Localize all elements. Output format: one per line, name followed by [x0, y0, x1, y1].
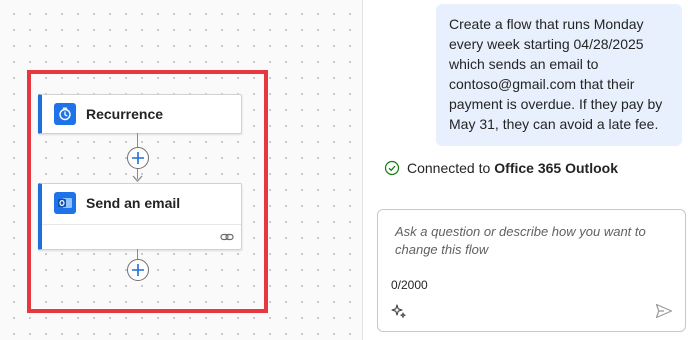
plus-icon — [132, 152, 144, 164]
connector-line — [137, 249, 138, 259]
link-icon[interactable] — [220, 231, 234, 243]
chat-input[interactable]: Ask a question or describe how you want … — [377, 209, 686, 332]
message-line: Create a flow that runs Monday — [449, 16, 644, 32]
user-message-bubble: Create a flow that runs Monday every wee… — [436, 4, 682, 146]
sparkle-icon[interactable] — [391, 303, 407, 319]
flow-canvas[interactable] — [0, 0, 362, 340]
message-line: which sends an email to — [449, 56, 599, 72]
status-service: Office 365 Outlook — [494, 160, 618, 176]
chat-input-placeholder: Ask a question or describe how you want … — [395, 224, 646, 257]
outlook-icon — [54, 192, 76, 214]
clock-icon — [54, 103, 76, 125]
check-circle-icon — [384, 160, 400, 176]
character-counter: 0/2000 — [391, 278, 428, 292]
message-line: May 31, they can avoid a late fee. — [449, 116, 659, 132]
recurrence-node[interactable]: Recurrence — [38, 94, 242, 134]
add-step-button[interactable] — [127, 147, 149, 169]
plus-icon — [132, 264, 144, 276]
node-footer — [42, 224, 241, 249]
connector-line — [137, 133, 138, 147]
message-line: every week starting 04/28/2025 — [449, 36, 644, 52]
message-line: payment is overdue. If they pay by — [449, 96, 663, 112]
recurrence-title: Recurrence — [86, 106, 164, 122]
status-prefix: Connected to — [407, 160, 491, 176]
message-line: contoso@gmail.com that their — [449, 76, 635, 92]
send-email-title: Send an email — [86, 195, 181, 211]
send-email-node[interactable]: Send an email — [38, 183, 242, 250]
send-icon[interactable] — [655, 303, 673, 319]
panel-divider — [362, 0, 363, 340]
add-step-button[interactable] — [127, 259, 149, 281]
arrow-down-icon — [132, 175, 143, 182]
connection-status: Connected to Office 365 Outlook — [384, 160, 618, 176]
